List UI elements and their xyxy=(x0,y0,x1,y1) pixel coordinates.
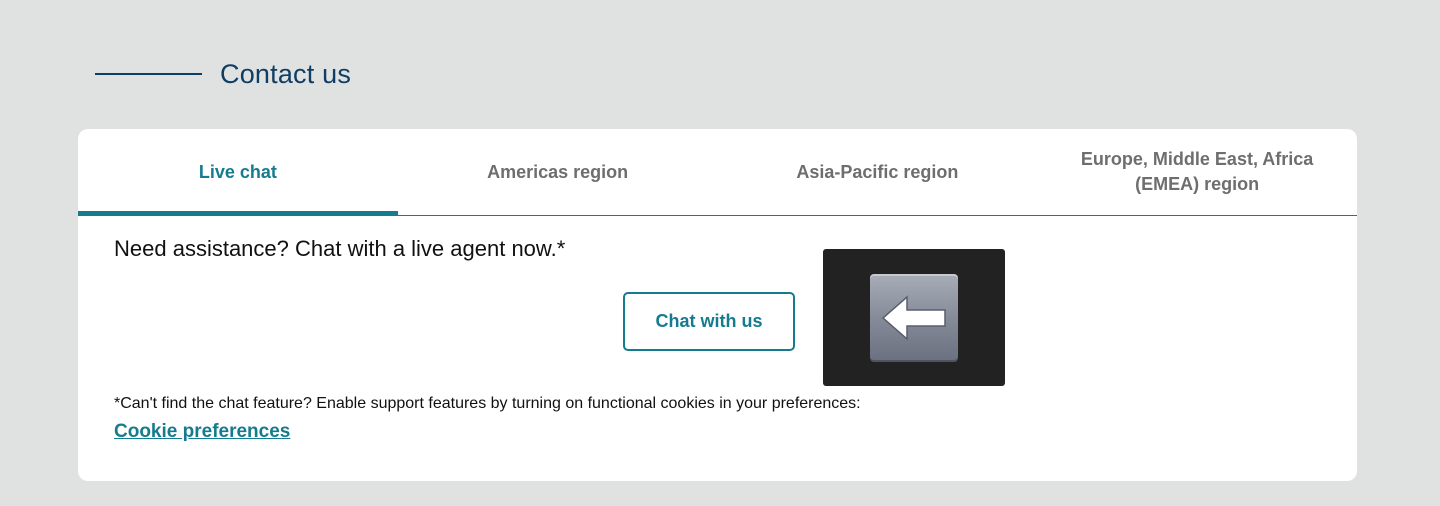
heading-rule xyxy=(95,73,202,75)
tab-label: Asia-Pacific region xyxy=(796,161,959,182)
tab-label: Live chat xyxy=(198,161,277,182)
contact-card: Live chat Americas region Asia-Pacific r… xyxy=(78,129,1357,481)
tab-live-chat[interactable]: Live chat xyxy=(78,129,398,216)
tab-emea-region[interactable]: Europe, Middle East, Africa (EMEA) regio… xyxy=(1037,129,1357,215)
section-heading: Contact us xyxy=(95,56,351,92)
cookie-note: *Can't find the chat feature? Enable sup… xyxy=(114,395,861,412)
page-title: Contact us xyxy=(220,58,352,89)
region-tabs: Live chat Americas region Asia-Pacific r… xyxy=(78,129,1357,216)
left-arrow-key-icon xyxy=(870,273,958,362)
live-chat-heading: Need assistance? Chat with a live agent … xyxy=(114,236,566,261)
tab-asia-pacific-region[interactable]: Asia-Pacific region xyxy=(718,129,1038,215)
tab-label: Americas region xyxy=(487,161,629,182)
chat-image xyxy=(823,249,1005,386)
chat-with-us-button[interactable]: Chat with us xyxy=(623,292,795,351)
tab-label: Europe, Middle East, Africa (EMEA) regio… xyxy=(1080,149,1314,194)
tab-americas-region[interactable]: Americas region xyxy=(398,129,718,215)
cookie-preferences-link[interactable]: Cookie preferences xyxy=(114,421,290,443)
